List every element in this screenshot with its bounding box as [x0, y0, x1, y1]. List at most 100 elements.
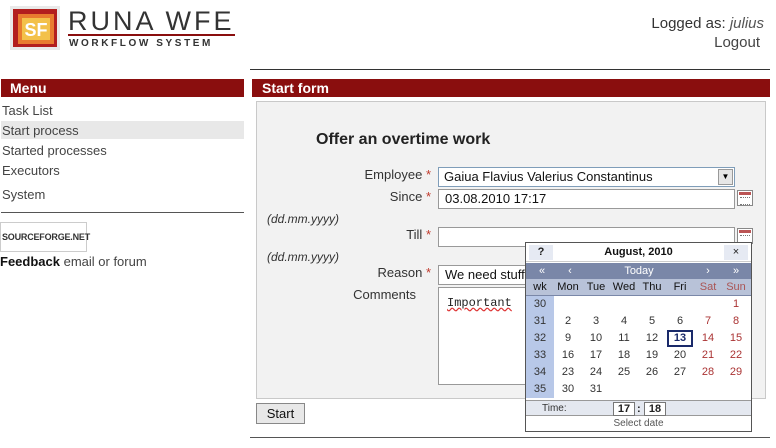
calendar-nav-bar: « ‹ Today › »: [526, 263, 751, 279]
calendar-day[interactable]: 11: [610, 330, 638, 347]
time-separator: :: [637, 403, 641, 415]
next-year-button[interactable]: »: [726, 263, 746, 279]
menu-item-started-processes[interactable]: Started processes: [2, 142, 107, 159]
calendar-day[interactable]: 12: [638, 330, 666, 347]
menu-item-start-process[interactable]: Start process: [2, 122, 79, 139]
calendar-day[interactable]: 24: [582, 364, 610, 381]
calendar-day[interactable]: 31: [582, 381, 610, 398]
calendar-day[interactable]: 1: [722, 296, 750, 313]
calendar-day[interactable]: 19: [638, 347, 666, 364]
week-number: 34: [533, 366, 547, 378]
menu-header: Menu: [1, 79, 244, 97]
logout-link[interactable]: Logout: [714, 34, 760, 51]
feedback-label: Feedback: [0, 254, 60, 269]
feedback-links: email or forum: [59, 254, 147, 269]
calendar-day[interactable]: 29: [722, 364, 750, 381]
comments-value: Important: [447, 296, 512, 310]
hour-field[interactable]: 17: [613, 402, 635, 416]
weekday-header-wed: Wed: [612, 281, 636, 293]
calendar-day-today[interactable]: 13: [667, 330, 693, 347]
calendar-day[interactable]: 25: [610, 364, 638, 381]
week-number: 31: [533, 315, 547, 327]
next-month-button[interactable]: ›: [698, 263, 718, 279]
svg-text:SF: SF: [24, 20, 47, 40]
minute-field[interactable]: 18: [644, 402, 666, 416]
calendar-day[interactable]: 5: [638, 313, 666, 330]
logged-as: Logged as: julius: [651, 15, 764, 32]
calendar-month-title: August, 2010: [604, 246, 673, 258]
employee-select[interactable]: Gaiua Flavius Valerius Constantinus ▼: [438, 167, 735, 187]
calendar-day[interactable]: 3: [582, 313, 610, 330]
weekday-header-mon: Mon: [557, 281, 579, 293]
calendar-day[interactable]: 10: [582, 330, 610, 347]
calendar-help-button[interactable]: ?: [529, 245, 553, 260]
header-divider: [250, 69, 770, 70]
calendar-day[interactable]: 14: [694, 330, 722, 347]
calendar-time-row: Time: 17 : 18: [526, 400, 751, 416]
menu-item-executors[interactable]: Executors: [2, 162, 60, 179]
footer-divider: [250, 437, 770, 438]
calendar-weekday-header: wk Mon Tue Wed Thu Fri Sat Sun: [526, 279, 751, 296]
calendar-status: Select date: [613, 418, 664, 429]
calendar-day[interactable]: 4: [610, 313, 638, 330]
brand-divider: [68, 34, 235, 36]
employee-label: Employee *: [364, 167, 432, 182]
reason-input[interactable]: We need stuff: [438, 265, 530, 285]
feedback-line[interactable]: Feedback email or forum: [0, 254, 147, 269]
calendar-day[interactable]: 18: [610, 347, 638, 364]
employee-value: Gaiua Flavius Valerius Constantinus: [444, 169, 653, 184]
prev-month-button[interactable]: ‹: [560, 263, 580, 279]
calendar-icon[interactable]: [737, 190, 753, 206]
week-number: 35: [533, 383, 547, 395]
comments-label: Comments: [353, 287, 416, 302]
chevron-down-icon[interactable]: ▼: [718, 169, 733, 185]
form-title: Offer an overtime work: [316, 131, 491, 148]
calendar-day[interactable]: 22: [722, 347, 750, 364]
start-button[interactable]: Start: [256, 403, 305, 424]
calendar-day[interactable]: 26: [638, 364, 666, 381]
calendar-day[interactable]: 15: [722, 330, 750, 347]
calendar-day[interactable]: 27: [666, 364, 694, 381]
calendar-day[interactable]: 23: [554, 364, 582, 381]
since-date-hint: (dd.mm.yyyy): [267, 212, 339, 226]
runa-logo-icon: SF: [10, 6, 60, 50]
till-date-hint: (dd.mm.yyyy): [267, 250, 339, 264]
calendar-close-button[interactable]: ×: [724, 245, 748, 260]
start-form-header: Start form: [252, 79, 770, 97]
week-number: 33: [533, 349, 547, 361]
reason-label: Reason *: [377, 265, 432, 280]
calendar-day[interactable]: 2: [554, 313, 582, 330]
since-label: Since *: [389, 189, 431, 204]
weekday-header-sat: Sat: [699, 281, 717, 293]
calendar-day[interactable]: 28: [694, 364, 722, 381]
calendar-day[interactable]: 16: [554, 347, 582, 364]
weekday-header-tue: Tue: [586, 281, 606, 293]
date-picker-popup: ? August, 2010 × « ‹ Today › » wk Mon Tue W…: [525, 242, 752, 432]
weekday-header-fri: Fri: [673, 281, 687, 293]
prev-year-button[interactable]: «: [532, 263, 552, 279]
weekday-header-sun: Sun: [726, 281, 746, 293]
sourceforge-logo[interactable]: SOURCEFORGE.NET: [0, 222, 90, 252]
today-button[interactable]: Today: [606, 263, 672, 279]
brand-tagline: WORKFLOW SYSTEM: [69, 38, 213, 49]
calendar-day[interactable]: 9: [554, 330, 582, 347]
week-number: 30: [533, 298, 547, 310]
calendar-day[interactable]: 30: [554, 381, 582, 398]
menu-divider: [1, 212, 244, 213]
comments-textarea[interactable]: Important: [438, 287, 530, 385]
calendar-day[interactable]: 8: [722, 313, 750, 330]
calendar-day[interactable]: 20: [666, 347, 694, 364]
calendar-day[interactable]: 21: [694, 347, 722, 364]
calendar-day[interactable]: 6: [666, 313, 694, 330]
since-input[interactable]: 03.08.2010 17:17: [438, 189, 735, 209]
brand-title: RUNA WFE: [68, 6, 235, 36]
calendar-day[interactable]: 17: [582, 347, 610, 364]
menu-item-task-list[interactable]: Task List: [2, 102, 53, 119]
calendar-day[interactable]: 7: [694, 313, 722, 330]
weekday-header-wk: wk: [533, 281, 547, 293]
calendar-title-bar: ? August, 2010 ×: [526, 243, 751, 262]
week-number: 32: [533, 332, 547, 344]
time-label: Time:: [542, 403, 567, 414]
till-label: Till *: [406, 227, 431, 242]
menu-item-system[interactable]: System: [2, 186, 45, 203]
